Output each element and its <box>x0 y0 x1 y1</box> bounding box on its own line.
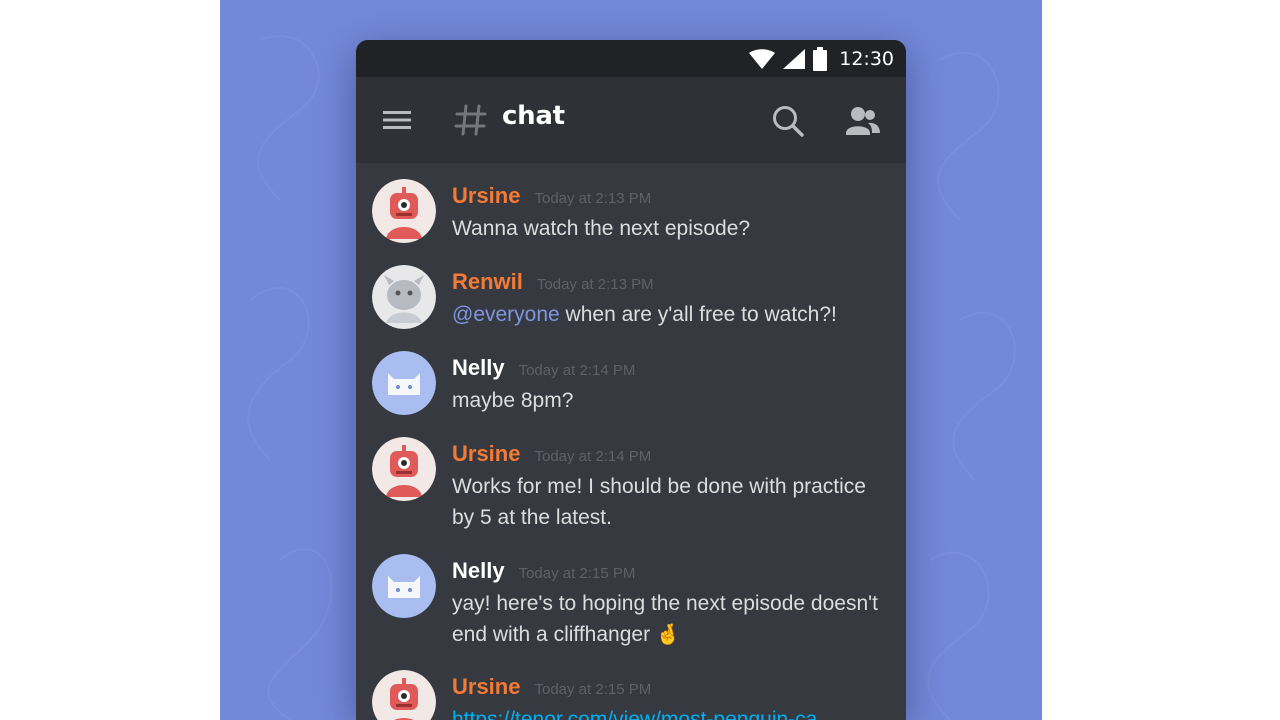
message-content: Works for me! I should be done with prac… <box>452 475 866 529</box>
message-header: Nelly Today at 2:15 PM <box>452 558 635 584</box>
username[interactable]: Nelly <box>452 355 505 381</box>
everyone-mention[interactable]: @everyone <box>452 303 560 326</box>
message-header: Ursine Today at 2:13 PM <box>452 183 651 209</box>
message-link[interactable]: https://tenor.com/view/most-penguin-ca <box>452 708 817 720</box>
message-header: Ursine Today at 2:15 PM <box>452 674 651 700</box>
phone-screen: 12:30 chat Ursine Today at 2:13 PM Wanna… <box>356 40 906 720</box>
channel-name: chat <box>502 101 565 131</box>
username[interactable]: Ursine <box>452 674 520 700</box>
red-robot-avatar[interactable] <box>372 179 436 243</box>
message-content: when are y'all free to watch?! <box>559 303 837 326</box>
timestamp: Today at 2:14 PM <box>534 448 652 465</box>
battery-icon <box>813 46 828 71</box>
username[interactable]: Nelly <box>452 558 505 584</box>
red-robot-avatar[interactable] <box>372 670 436 720</box>
search-icon[interactable] <box>770 103 806 139</box>
username[interactable]: Ursine <box>452 441 520 467</box>
username[interactable]: Renwil <box>452 269 523 295</box>
cell-signal-icon <box>783 48 806 69</box>
timestamp: Today at 2:13 PM <box>536 276 654 293</box>
timestamp: Today at 2:15 PM <box>518 565 636 582</box>
message-text: yay! here's to hoping the next episode d… <box>452 588 892 651</box>
blue-cat-avatar[interactable] <box>372 554 436 618</box>
message-content: Wanna watch the next episode? <box>452 217 751 240</box>
username[interactable]: Ursine <box>452 183 520 209</box>
red-robot-avatar[interactable] <box>372 437 436 501</box>
status-bar: 12:30 <box>356 40 906 77</box>
message-header: Nelly Today at 2:14 PM <box>452 355 635 381</box>
message-header: Ursine Today at 2:14 PM <box>452 441 651 467</box>
message-header: Renwil Today at 2:13 PM <box>452 269 654 295</box>
message-text: maybe 8pm? <box>452 385 892 416</box>
timestamp: Today at 2:14 PM <box>518 362 636 379</box>
members-icon[interactable] <box>844 103 882 139</box>
message-text: Works for me! I should be done with prac… <box>452 471 892 533</box>
status-time: 12:30 <box>839 47 894 70</box>
message-text: @everyone when are y'all free to watch?! <box>452 299 892 330</box>
hash-icon <box>454 103 488 137</box>
channel-header: chat <box>356 77 906 163</box>
timestamp: Today at 2:15 PM <box>534 681 652 698</box>
message-text: Wanna watch the next episode? <box>452 213 892 244</box>
hamburger-menu-icon[interactable] <box>382 105 412 135</box>
blue-cat-avatar[interactable] <box>372 351 436 415</box>
message-content: maybe 8pm? <box>452 389 574 412</box>
crossed-fingers-emoji: 🤞 <box>655 624 681 646</box>
message-text: https://tenor.com/view/most-penguin-ca <box>452 704 892 720</box>
wifi-icon <box>749 48 776 69</box>
timestamp: Today at 2:13 PM <box>534 190 652 207</box>
gray-creature-avatar[interactable] <box>372 265 436 329</box>
